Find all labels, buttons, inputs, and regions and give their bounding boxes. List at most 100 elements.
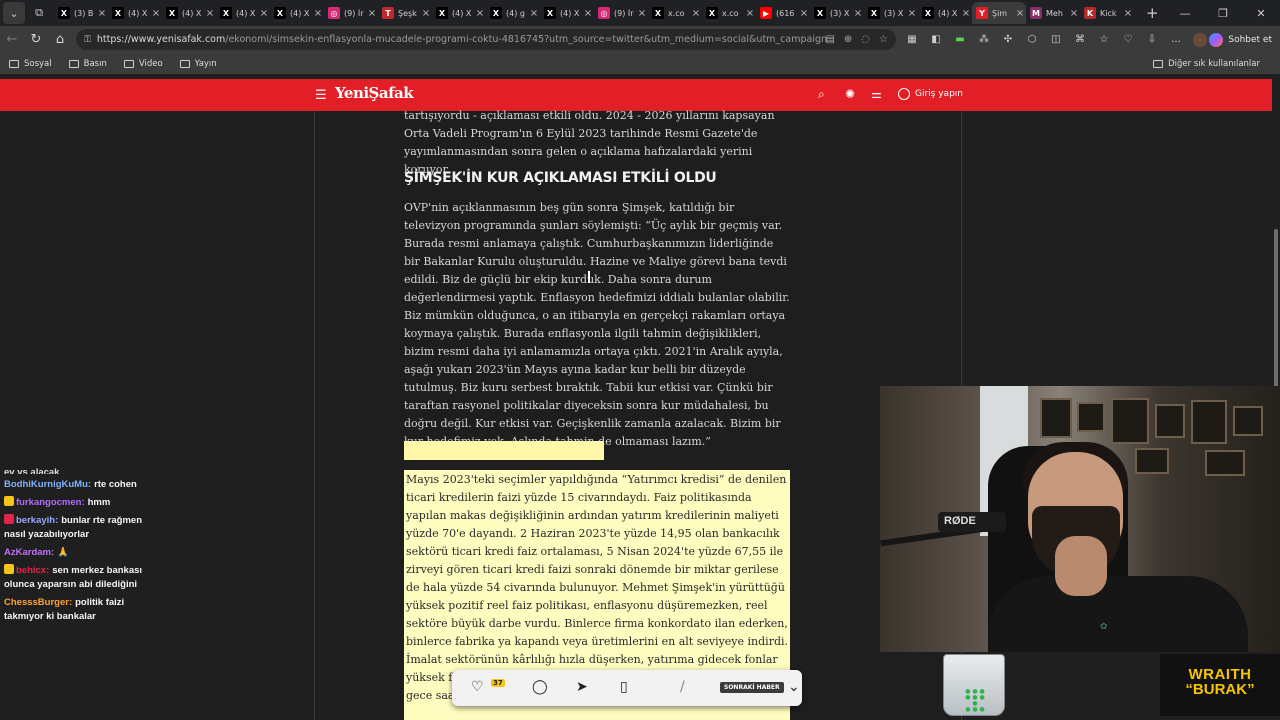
browser-tab[interactable]: X (4) g × [486,2,540,24]
extension-icon[interactable]: ✣ [996,34,1020,45]
collections-icon[interactable]: ⌘ [1068,34,1092,45]
browser-tab[interactable]: X (4) X × [432,2,486,24]
tab-title: (3) X [884,8,904,18]
other-favorites-folder[interactable]: Diğer sık kullanılanlar [1153,59,1260,69]
tab-actions-icon[interactable]: ⌄ [3,2,25,24]
scrollbar-thumb[interactable] [1274,229,1278,389]
close-tab-icon[interactable]: × [312,8,324,19]
folder-icon [123,59,134,68]
copilot-button[interactable]: Sohbet et [1209,30,1272,49]
close-tab-icon[interactable]: × [636,8,648,19]
close-tab-icon[interactable]: × [474,8,486,19]
site-logo[interactable]: YeniŞafak [335,84,414,102]
home-icon[interactable]: ⌂ [48,32,72,47]
browser-tab[interactable]: X (4) X × [918,2,972,24]
close-tab-icon[interactable]: × [150,8,162,19]
extensions-puzzle-icon[interactable]: ⬡ [1020,34,1044,45]
browser-tab[interactable]: M Meh × [1026,2,1080,24]
bookmark-folder[interactable]: Video [123,59,163,69]
extension-icon[interactable]: ▬ [948,34,972,45]
chevron-down-icon[interactable]: ⌄ [788,679,800,695]
comment-icon[interactable]: ◯ [532,679,548,695]
tab-title: (4) X [560,8,580,18]
browser-tab[interactable]: X (3) X × [864,2,918,24]
zoom-icon[interactable]: ⊕ [844,34,852,45]
streamer-brand-logo: WRAITH “BURAK” [1160,654,1280,716]
notification-bell-icon[interactable]: ✺ [845,87,855,101]
x-icon: X [166,7,178,19]
menu-dots-icon[interactable]: … [1164,34,1188,45]
minimize-icon[interactable]: — [1166,7,1204,20]
close-tab-icon[interactable]: × [420,8,432,19]
close-tab-icon[interactable]: × [1122,8,1134,19]
close-tab-icon[interactable]: × [96,8,108,19]
back-icon[interactable]: ← [0,32,24,47]
downloads-icon[interactable]: ⇩ [1140,34,1164,45]
bookmark-folder[interactable]: Sosyal [9,59,52,69]
close-tab-icon[interactable]: × [582,8,594,19]
translate-icon[interactable]: ⁂ [972,34,996,45]
close-tab-icon[interactable]: × [798,8,810,19]
close-tab-icon[interactable]: × [852,8,864,19]
browser-tab[interactable]: ◎ (9) İr × [324,2,378,24]
browser-tab[interactable]: X (3) B × [54,2,108,24]
close-tab-icon[interactable]: × [204,8,216,19]
site-info-icon[interactable]: ⚿ [84,35,91,45]
x-icon: X [490,7,502,19]
window-controls: — ❐ ✕ [1166,0,1280,26]
heart-icon[interactable]: ♡ [1116,34,1140,45]
close-tab-icon[interactable]: × [960,8,972,19]
tracking-icon[interactable]: ◌ [861,34,870,45]
browser-tab[interactable]: T Şeşk × [378,2,432,24]
browser-tab[interactable]: X (4) X × [540,2,594,24]
close-tab-icon[interactable]: × [1014,8,1026,19]
close-tab-icon[interactable]: × [690,8,702,19]
browser-tab[interactable]: X (4) X × [108,2,162,24]
browser-tab[interactable]: X (3) X × [810,2,864,24]
article-action-bar: ♡ 37 ◯ ➤ ▯ / SONRAKİ HABER ⌄ [452,670,802,706]
bookmark-folder[interactable]: Yayın [179,59,217,69]
new-tab-button[interactable]: + [1146,4,1159,22]
chat-username: berkayih: [16,515,59,526]
workspaces-icon[interactable]: ⧉ [28,2,50,24]
favorite-star-icon[interactable]: ☆ [879,34,888,45]
refresh-icon[interactable]: ↻ [24,32,48,47]
close-tab-icon[interactable]: × [258,8,270,19]
close-tab-icon[interactable]: × [366,8,378,19]
close-tab-icon[interactable]: × [528,8,540,19]
favorites-icon[interactable]: ☆ [1092,34,1116,45]
profile-avatar[interactable] [1193,32,1207,47]
browser-tab[interactable]: Xx.co × [648,2,702,24]
browser-tab[interactable]: ◎ (9) İr × [594,2,648,24]
close-tab-icon[interactable]: × [906,8,918,19]
like-heart-icon[interactable]: ♡ [471,679,484,695]
extension-icon[interactable]: ▦ [900,34,924,45]
highlight-strip [404,441,604,460]
split-screen-icon[interactable]: ◫ [1044,34,1068,45]
share-send-icon[interactable]: ➤ [576,679,588,695]
browser-tab[interactable]: X (4) X × [162,2,216,24]
close-window-icon[interactable]: ✕ [1242,7,1280,20]
next-article-button[interactable]: SONRAKİ HABER [720,682,784,693]
browser-tab[interactable]: K Kick × [1080,2,1134,24]
chat-badge-icon [4,514,14,524]
x-icon: X [220,7,232,19]
reader-mode-icon[interactable]: ▤ [825,34,834,45]
hamburger-menu-icon[interactable]: ☰ [315,88,327,103]
browser-tab[interactable]: ▶ (616 × [756,2,810,24]
browser-tab[interactable]: X (4) X × [270,2,324,24]
bookmark-icon[interactable]: ▯ [620,679,628,695]
tab-title: (4) X [128,8,148,18]
close-tab-icon[interactable]: × [744,8,756,19]
browser-tab[interactable]: Y Şim × [972,2,1026,24]
close-tab-icon[interactable]: × [1068,8,1080,19]
bookmark-folder[interactable]: Basın [68,59,107,69]
extension-icon[interactable]: ◧ [924,34,948,45]
login-button[interactable]: Giriş yapın [898,88,963,100]
search-icon[interactable]: ⌕ [818,87,825,102]
url-field[interactable]: ⚿ https://www.yenisafak.com/ekonomi/sims… [76,29,896,50]
browser-tab[interactable]: X (4) X × [216,2,270,24]
browser-tab[interactable]: Xx.co × [702,2,756,24]
maximize-icon[interactable]: ❐ [1204,7,1242,20]
settings-sliders-icon[interactable]: ⚌ [871,87,882,101]
